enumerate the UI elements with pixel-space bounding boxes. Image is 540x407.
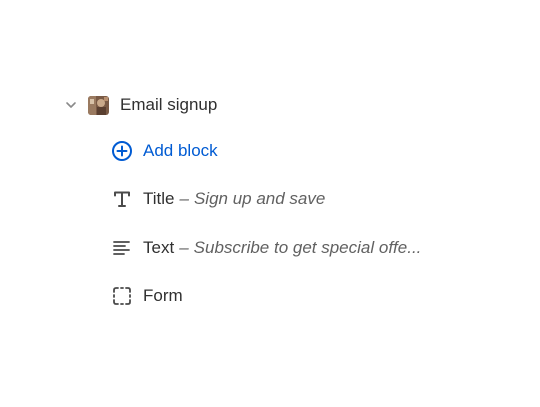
plus-circle-icon <box>110 139 134 163</box>
block-label: Title <box>143 189 175 208</box>
block-description: Subscribe to get special offe... <box>193 238 422 257</box>
block-item-form[interactable]: Form <box>110 281 183 311</box>
section-email-signup[interactable]: Email signup <box>60 90 217 120</box>
chevron-down-icon[interactable] <box>60 94 82 116</box>
title-text-icon <box>110 187 134 211</box>
section-thumbnail <box>88 95 109 115</box>
add-block-label: Add block <box>143 141 218 160</box>
block-item-title[interactable]: Title – Sign up and save <box>110 184 325 214</box>
section-tree: Email signup Add block Title – Sign up a… <box>0 0 540 407</box>
block-item-text[interactable]: Text – Subscribe to get special offe... <box>110 233 421 263</box>
paragraph-text-icon <box>110 236 134 260</box>
block-label: Form <box>143 286 183 305</box>
add-block-button[interactable]: Add block <box>110 136 218 166</box>
block-label: Text <box>143 238 175 257</box>
block-separator: – <box>179 189 189 208</box>
section-title: Email signup <box>120 95 218 114</box>
block-description: Sign up and save <box>193 189 326 208</box>
form-frame-icon <box>110 284 134 308</box>
block-separator: – <box>179 238 189 257</box>
